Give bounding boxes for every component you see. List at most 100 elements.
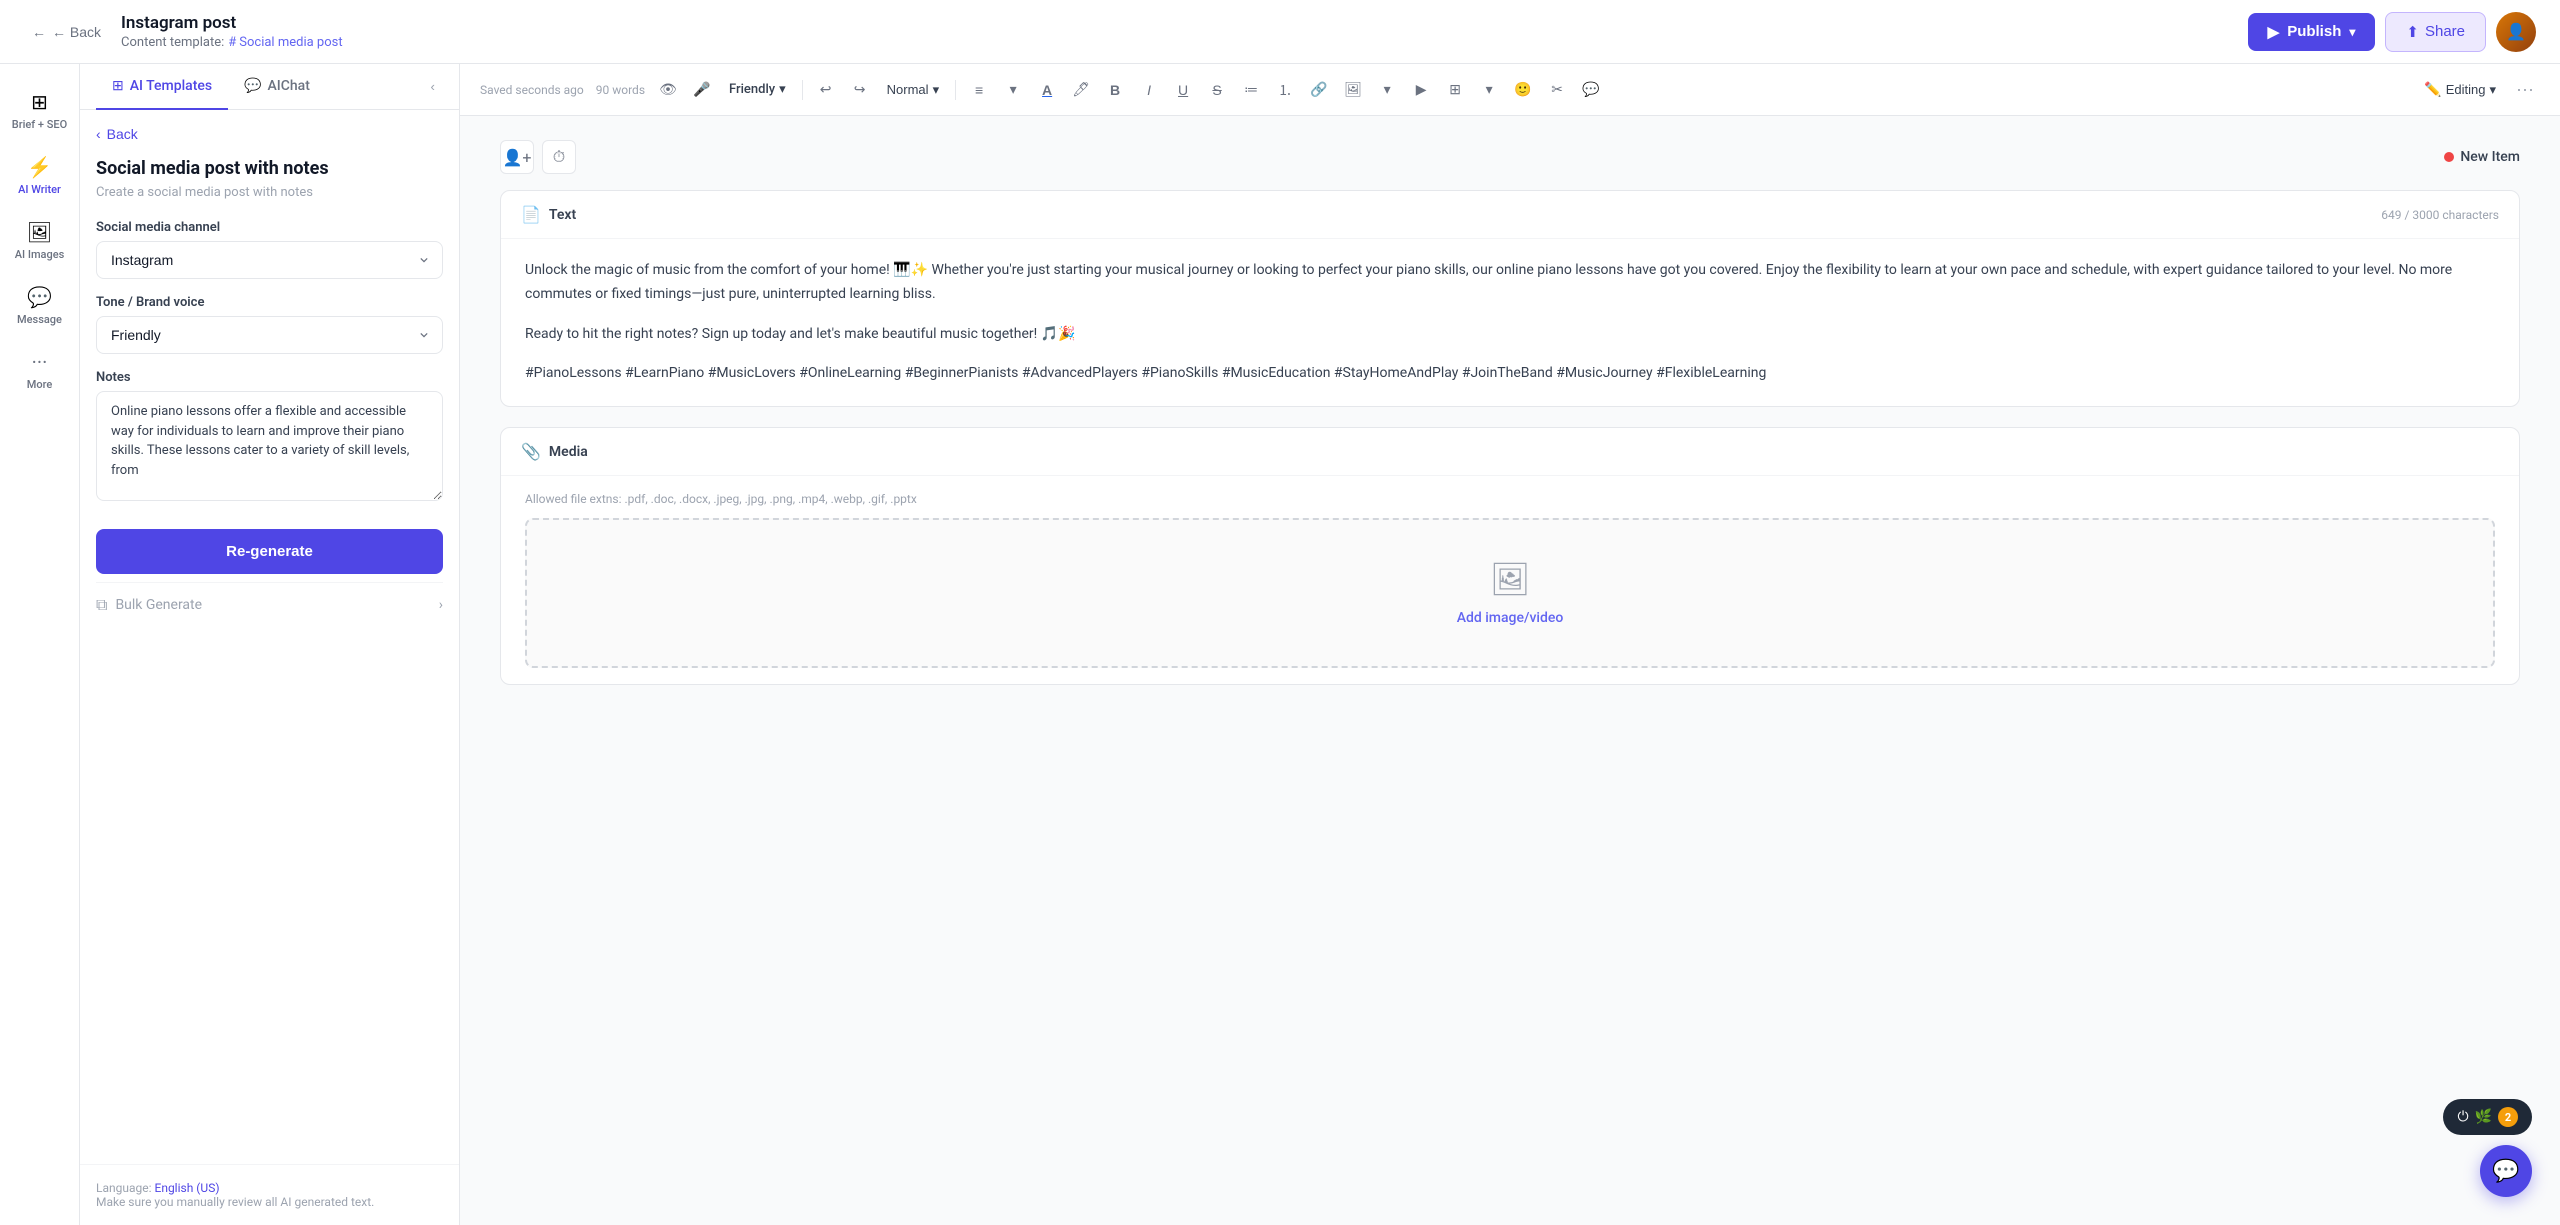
back-arrow-icon: ← [32, 24, 46, 40]
notes-textarea[interactable]: Online piano lessons offer a flexible an… [96, 391, 443, 501]
sidebar-item-message[interactable]: 💬 Message [4, 275, 76, 336]
align-button[interactable]: ≡ [964, 75, 994, 105]
editor-area: Saved seconds ago 90 words 👁 🎤 Friendly … [460, 64, 2560, 1225]
message-icon: 💬 [27, 285, 52, 309]
underline-button[interactable]: U [1168, 75, 1198, 105]
format-chevron-icon: ▾ [933, 82, 940, 98]
toolbar-divider-2 [955, 80, 956, 100]
editing-chevron-icon: ▾ [2489, 82, 2496, 98]
image-button[interactable]: 🖼 [1338, 75, 1368, 105]
align-chevron-button[interactable]: ▾ [998, 75, 1028, 105]
number-list-button[interactable]: ⒈ [1270, 75, 1300, 105]
panel-footer: Language: English (US) Make sure you man… [80, 1164, 459, 1225]
tone-select[interactable]: Friendly Professional Casual Formal Humo… [96, 316, 443, 354]
new-item-dot [2444, 152, 2454, 162]
floating-icons-bar: ⏻ 🌿 2 [2443, 1099, 2532, 1135]
header-subtitle: Content template: # Social media post [121, 35, 2236, 50]
media-block-body: Allowed file extns: .pdf, .doc, .docx, .… [501, 476, 2519, 684]
play-button[interactable]: ▶ [1406, 75, 1436, 105]
back-label: ← Back [52, 24, 101, 40]
toolbar-divider-1 [802, 80, 803, 100]
sidebar-item-ai-images[interactable]: 🖼 AI Images [4, 210, 76, 271]
more-options-button[interactable]: ··· [2510, 75, 2540, 105]
chat-fab-icon: 💬 [2492, 1158, 2519, 1184]
floating-power-icon[interactable]: ⏻ [2457, 1109, 2468, 1125]
text-para-3: #PianoLessons #LearnPiano #MusicLovers #… [525, 362, 2495, 386]
tab-ai-chat[interactable]: 💬 AIChat [228, 64, 326, 110]
share-button[interactable]: ⬆ Share [2385, 12, 2486, 52]
redo-button[interactable]: ↪ [845, 75, 875, 105]
editor-header-row: 👤+ ⏱ New Item [500, 140, 2520, 174]
floating-leaf-icon[interactable]: 🌿 [2475, 1109, 2492, 1125]
italic-button[interactable]: I [1134, 75, 1164, 105]
back-button[interactable]: ← ← Back [24, 20, 109, 44]
editor-toolbar: Saved seconds ago 90 words 👁 🎤 Friendly … [460, 64, 2560, 116]
language-link[interactable]: English (US) [155, 1181, 220, 1195]
sidebar-item-brief-seo[interactable]: ⊞ Brief + SEO [4, 80, 76, 141]
chat-fab-button[interactable]: 💬 [2480, 1145, 2532, 1197]
tone-label: Friendly [729, 82, 775, 97]
cut-button[interactable]: ✂ [1542, 75, 1572, 105]
panel-back-button[interactable]: ‹ Back [96, 126, 138, 142]
channel-label: Social media channel [96, 220, 443, 235]
emoji-button[interactable]: 🙂 [1508, 75, 1538, 105]
table-button[interactable]: ⊞ [1440, 75, 1470, 105]
eye-icon-button[interactable]: 👁 [653, 75, 683, 105]
hashtag-icon: # [228, 35, 236, 50]
ai-images-icon: 🖼 [27, 220, 52, 244]
tab-ai-chat-icon: 💬 [244, 78, 261, 94]
avatar[interactable]: 👤 [2496, 12, 2536, 52]
bulk-generate-row[interactable]: ⧉ Bulk Generate › [96, 582, 443, 627]
icon-sidebar: ⊞ Brief + SEO ⚡ AI Writer 🖼 AI Images 💬 … [0, 64, 80, 1225]
channel-form-group: Social media channel Instagram Twitter F… [96, 220, 443, 279]
editing-button[interactable]: ✏️ Editing ▾ [2414, 77, 2506, 102]
notes-label: Notes [96, 370, 443, 385]
highlight-button[interactable]: 🖊 [1066, 75, 1096, 105]
char-count: 649 / 3000 characters [2381, 208, 2499, 222]
bullet-list-button[interactable]: ≔ [1236, 75, 1266, 105]
table-chevron-button[interactable]: ▾ [1474, 75, 1504, 105]
tone-chevron-icon: ▾ [779, 82, 786, 97]
publish-button[interactable]: ▶ Publish ▾ [2248, 13, 2376, 51]
link-button[interactable]: 🔗 [1304, 75, 1334, 105]
bulk-generate-left: ⧉ Bulk Generate [96, 595, 202, 615]
publish-arrow-icon: ▶ [2268, 23, 2280, 41]
microphone-icon-button[interactable]: 🎤 [687, 75, 717, 105]
notes-form-group: Notes Online piano lessons offer a flexi… [96, 370, 443, 505]
more-dots-icon: ··· [32, 350, 48, 374]
history-icon-button[interactable]: ⏱ [542, 140, 576, 174]
collapse-panel-button[interactable]: ‹ [423, 64, 443, 109]
editor-content: 👤+ ⏱ New Item 📄 Text 649 / 3000 characte… [460, 116, 2560, 1225]
upload-area[interactable]: 🖼 Add image/video [525, 518, 2495, 668]
undo-button[interactable]: ↩ [811, 75, 841, 105]
panel-subtitle: Create a social media post with notes [96, 185, 443, 200]
brief-seo-icon: ⊞ [31, 90, 48, 114]
media-block-title: Media [549, 444, 2499, 460]
add-user-icon-button[interactable]: 👤+ [500, 140, 534, 174]
comment-button[interactable]: 💬 [1576, 75, 1606, 105]
sidebar-item-more[interactable]: ··· More [4, 340, 76, 401]
allowed-extensions-text: Allowed file extns: .pdf, .doc, .docx, .… [525, 492, 2495, 506]
toolbar-right: ✏️ Editing ▾ ··· [2414, 75, 2540, 105]
format-select-button[interactable]: Normal ▾ [879, 78, 947, 102]
text-block-body[interactable]: Unlock the magic of music from the comfo… [501, 239, 2519, 406]
tone-selector[interactable]: Friendly ▾ [721, 78, 794, 101]
media-block-header: 📎 Media [501, 428, 2519, 476]
tab-ai-templates-icon: ⊞ [112, 78, 124, 94]
saved-status: Saved seconds ago [480, 83, 584, 97]
sidebar-item-ai-writer[interactable]: ⚡ AI Writer [4, 145, 76, 206]
image-chevron-button[interactable]: ▾ [1372, 75, 1402, 105]
tab-ai-templates[interactable]: ⊞ AI Templates [96, 64, 228, 110]
bold-button[interactable]: B [1100, 75, 1130, 105]
top-header: ← ← Back Instagram post Content template… [0, 0, 2560, 64]
text-color-button[interactable]: A [1032, 75, 1062, 105]
strikethrough-button[interactable]: S [1202, 75, 1232, 105]
text-para-1: Unlock the magic of music from the comfo… [525, 259, 2495, 307]
channel-select[interactable]: Instagram Twitter Facebook LinkedIn TikT… [96, 241, 443, 279]
text-block-title: Text [549, 207, 2373, 223]
regenerate-button[interactable]: Re-generate [96, 529, 443, 574]
word-count: 90 words [596, 83, 645, 97]
bulk-generate-icon: ⧉ [96, 595, 107, 615]
tone-form-group: Tone / Brand voice Friendly Professional… [96, 295, 443, 354]
template-link[interactable]: # Social media post [228, 35, 342, 50]
